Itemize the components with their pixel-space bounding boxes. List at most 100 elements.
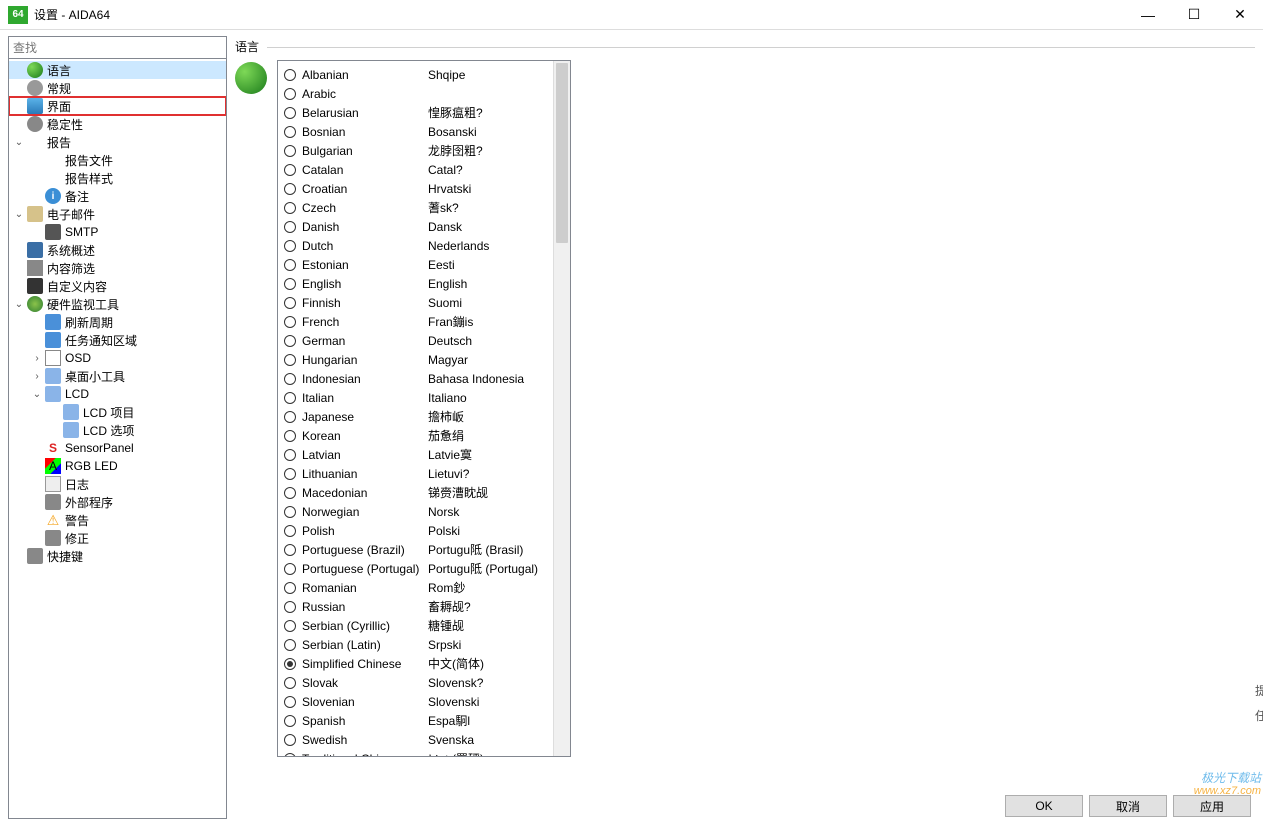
- tree-item[interactable]: ⌄报告: [9, 133, 226, 151]
- expander-icon[interactable]: [31, 334, 43, 346]
- expander-icon[interactable]: [31, 316, 43, 328]
- expander-icon[interactable]: [13, 118, 25, 130]
- tree-item[interactable]: 常规: [9, 79, 226, 97]
- tree-item[interactable]: 任务通知区域: [9, 331, 226, 349]
- language-option[interactable]: ItalianItaliano: [278, 388, 553, 407]
- language-list[interactable]: AlbanianShqipeArabicBelarusian惶豚瘟粗?Bosni…: [278, 61, 553, 756]
- language-option[interactable]: CatalanCatal?: [278, 160, 553, 179]
- scrollbar[interactable]: [553, 61, 570, 756]
- language-option[interactable]: FrenchFran鏰is: [278, 312, 553, 331]
- radio-icon[interactable]: [284, 715, 296, 727]
- language-option[interactable]: EnglishEnglish: [278, 274, 553, 293]
- language-option[interactable]: Traditional Chineseいゅ(羉砰): [278, 749, 553, 756]
- tree-item[interactable]: 外部程序: [9, 493, 226, 511]
- radio-icon[interactable]: [284, 69, 296, 81]
- tree-item[interactable]: 报告样式: [9, 169, 226, 187]
- radio-icon[interactable]: [284, 639, 296, 651]
- expander-icon[interactable]: [31, 460, 43, 472]
- expander-icon[interactable]: [13, 64, 25, 76]
- radio-icon[interactable]: [284, 620, 296, 632]
- scrollbar-thumb[interactable]: [556, 63, 568, 243]
- tree-item[interactable]: 修正: [9, 529, 226, 547]
- language-option[interactable]: AlbanianShqipe: [278, 65, 553, 84]
- language-option[interactable]: NorwegianNorsk: [278, 502, 553, 521]
- language-option[interactable]: LithuanianLietuvi?: [278, 464, 553, 483]
- radio-icon[interactable]: [284, 392, 296, 404]
- tree-item[interactable]: 自定义内容: [9, 277, 226, 295]
- language-listbox[interactable]: AlbanianShqipeArabicBelarusian惶豚瘟粗?Bosni…: [277, 60, 571, 757]
- expander-icon[interactable]: [13, 280, 25, 292]
- close-button[interactable]: ✕: [1217, 0, 1263, 30]
- tree-item[interactable]: 稳定性: [9, 115, 226, 133]
- tree-item[interactable]: ⌄硬件监视工具: [9, 295, 226, 313]
- tree-item[interactable]: 刷新周期: [9, 313, 226, 331]
- nav-tree[interactable]: 语言常规界面稳定性⌄报告报告文件报告样式i备注⌄电子邮件SMTP系统概述内容筛选…: [9, 59, 226, 818]
- expander-icon[interactable]: [13, 244, 25, 256]
- radio-icon[interactable]: [284, 506, 296, 518]
- maximize-button[interactable]: ☐: [1171, 0, 1217, 30]
- minimize-button[interactable]: —: [1125, 0, 1171, 30]
- language-option[interactable]: Belarusian惶豚瘟粗?: [278, 103, 553, 122]
- tree-item[interactable]: 报告文件: [9, 151, 226, 169]
- radio-icon[interactable]: [284, 525, 296, 537]
- radio-icon[interactable]: [284, 88, 296, 100]
- expander-icon[interactable]: ›: [31, 352, 43, 364]
- language-option[interactable]: Czech蓍sk?: [278, 198, 553, 217]
- tree-item[interactable]: SSensorPanel: [9, 439, 226, 457]
- language-option[interactable]: Macedonian锑赍漕眈觇: [278, 483, 553, 502]
- expander-icon[interactable]: ⌄: [31, 388, 43, 400]
- tree-item[interactable]: ›桌面小工具: [9, 367, 226, 385]
- language-option[interactable]: SlovenianSlovenski: [278, 692, 553, 711]
- cancel-button[interactable]: 取消: [1089, 795, 1167, 817]
- radio-icon[interactable]: [284, 202, 296, 214]
- expander-icon[interactable]: ⌄: [13, 136, 25, 148]
- radio-icon[interactable]: [284, 563, 296, 575]
- expander-icon[interactable]: [31, 154, 43, 166]
- ok-button[interactable]: OK: [1005, 795, 1083, 817]
- expander-icon[interactable]: [13, 100, 25, 112]
- radio-icon[interactable]: [284, 221, 296, 233]
- tree-item[interactable]: ARGB LED: [9, 457, 226, 475]
- radio-icon[interactable]: [284, 487, 296, 499]
- expander-icon[interactable]: [31, 172, 43, 184]
- radio-icon[interactable]: [284, 468, 296, 480]
- radio-icon[interactable]: [284, 259, 296, 271]
- language-option[interactable]: HungarianMagyar: [278, 350, 553, 369]
- language-option[interactable]: Korean茄惫绢: [278, 426, 553, 445]
- tree-item[interactable]: i备注: [9, 187, 226, 205]
- expander-icon[interactable]: [31, 442, 43, 454]
- search-input[interactable]: [9, 37, 226, 58]
- radio-icon[interactable]: [284, 601, 296, 613]
- apply-button[interactable]: 应用: [1173, 795, 1251, 817]
- language-option[interactable]: EstonianEesti: [278, 255, 553, 274]
- radio-icon[interactable]: [284, 240, 296, 252]
- expander-icon[interactable]: [31, 226, 43, 238]
- language-option[interactable]: SpanishEspa駉l: [278, 711, 553, 730]
- tree-item[interactable]: 日志: [9, 475, 226, 493]
- radio-icon[interactable]: [284, 145, 296, 157]
- language-option[interactable]: Serbian (Cyrillic)糖锺觇: [278, 616, 553, 635]
- tree-item[interactable]: 内容筛选: [9, 259, 226, 277]
- radio-icon[interactable]: [284, 658, 296, 670]
- expander-icon[interactable]: [31, 532, 43, 544]
- radio-icon[interactable]: [284, 544, 296, 556]
- expander-icon[interactable]: ⌄: [13, 208, 25, 220]
- radio-icon[interactable]: [284, 449, 296, 461]
- tree-item[interactable]: SMTP: [9, 223, 226, 241]
- radio-icon[interactable]: [284, 107, 296, 119]
- radio-icon[interactable]: [284, 164, 296, 176]
- language-option[interactable]: DutchNederlands: [278, 236, 553, 255]
- tree-item[interactable]: LCD 选项: [9, 421, 226, 439]
- language-option[interactable]: PolishPolski: [278, 521, 553, 540]
- language-option[interactable]: IndonesianBahasa Indonesia: [278, 369, 553, 388]
- radio-icon[interactable]: [284, 734, 296, 746]
- expander-icon[interactable]: [31, 478, 43, 490]
- tree-item[interactable]: ⚠警告: [9, 511, 226, 529]
- language-option[interactable]: SwedishSvenska: [278, 730, 553, 749]
- tree-item[interactable]: ⌄LCD: [9, 385, 226, 403]
- expander-icon[interactable]: ⌄: [13, 298, 25, 310]
- radio-icon[interactable]: [284, 696, 296, 708]
- radio-icon[interactable]: [284, 411, 296, 423]
- expander-icon[interactable]: [31, 496, 43, 508]
- radio-icon[interactable]: [284, 183, 296, 195]
